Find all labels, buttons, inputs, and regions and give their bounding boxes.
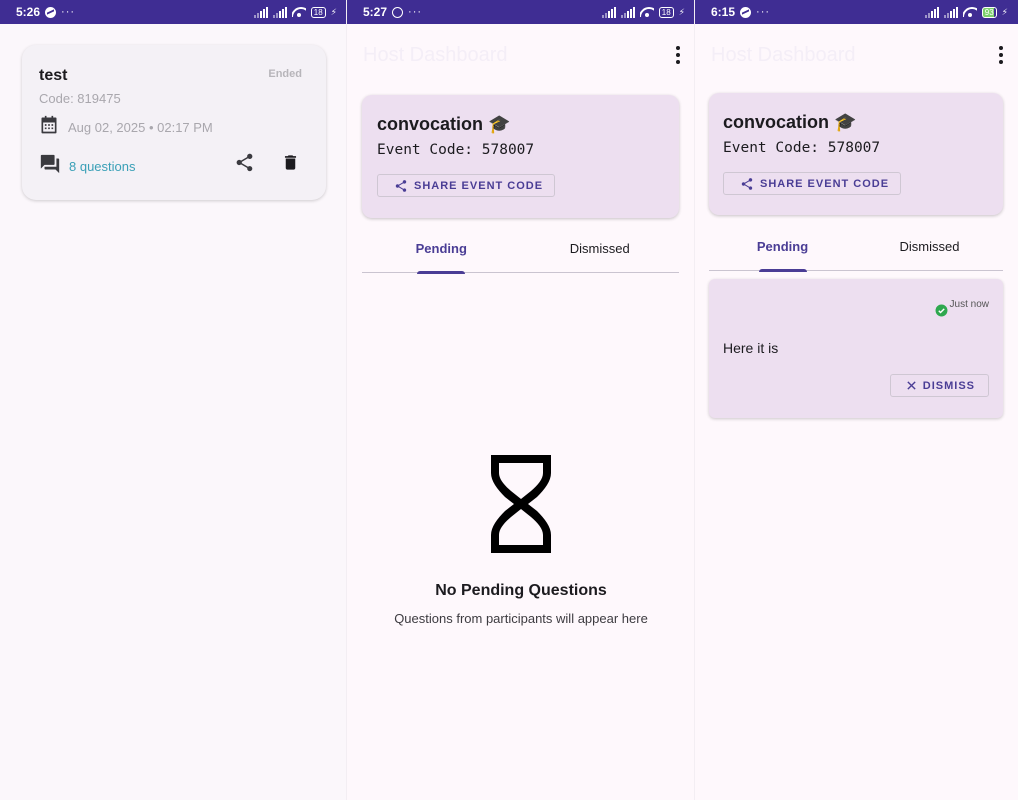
event-code: Code: 819475 xyxy=(39,91,121,106)
share-icon xyxy=(395,179,407,192)
battery-icon: 18 xyxy=(658,6,674,18)
tab-indicator xyxy=(417,271,466,274)
event-header-card: convocation 🎓 Event Code: 578007 SHARE E… xyxy=(362,95,679,218)
page-title: Host Dashboard xyxy=(711,44,856,66)
share-event-code-button[interactable]: SHARE EVENT CODE xyxy=(723,172,902,195)
status-more-dots: ··· xyxy=(61,6,76,18)
signal-icon xyxy=(253,6,268,18)
messenger-icon xyxy=(740,6,752,18)
status-badge: Ended xyxy=(268,68,302,80)
close-icon xyxy=(907,381,916,390)
check-circle-icon xyxy=(935,304,947,317)
event-card[interactable]: test Ended Code: 819475 Aug 02, 2025 • 0… xyxy=(22,45,326,200)
more-vert-icon[interactable] xyxy=(675,46,681,64)
charging-icon: ⚡ xyxy=(1001,6,1008,17)
question-text: Here it is xyxy=(723,340,779,356)
dismiss-button-label: DISMISS xyxy=(922,379,975,392)
calendar-icon xyxy=(39,115,59,140)
share-button-label: SHARE EVENT CODE xyxy=(414,179,544,192)
signal-icon xyxy=(620,6,635,18)
tab-pending-label: Pending xyxy=(756,239,809,254)
empty-title: No Pending Questions xyxy=(435,582,607,599)
share-event-code-button[interactable]: SHARE EVENT CODE xyxy=(377,174,556,197)
tab-indicator xyxy=(758,269,807,272)
hourglass-icon xyxy=(491,455,551,553)
questions-row[interactable]: 8 questions xyxy=(39,153,136,180)
event-title: test xyxy=(39,67,68,84)
charging-icon: ⚡ xyxy=(330,6,337,17)
questions-link[interactable]: 8 questions xyxy=(69,159,136,174)
tab-bar: Pending Dismissed xyxy=(362,233,680,274)
share-icon[interactable] xyxy=(234,152,255,178)
tab-pending-label: Pending xyxy=(415,241,467,256)
status-time: 5:27 xyxy=(363,5,388,19)
status-bar: 6:15 ··· 93 ⚡ xyxy=(695,0,1018,24)
screen-host-dashboard-empty: 5:27 ··· 18 ⚡ Host Dashboard convocation… xyxy=(347,0,695,800)
whatsapp-icon xyxy=(392,6,404,18)
wifi-icon xyxy=(963,7,977,17)
tab-dismissed[interactable]: Dismissed xyxy=(521,233,680,273)
signal-icon xyxy=(924,6,939,18)
question-timestamp: Just now xyxy=(949,299,989,310)
status-more-dots: ··· xyxy=(756,6,771,18)
tab-dismissed-label: Dismissed xyxy=(569,241,630,256)
status-bar: 5:26 ··· 18 ⚡ xyxy=(0,0,347,24)
status-bar: 5:27 ··· 18 ⚡ xyxy=(347,0,695,24)
tab-dismissed-label: Dismissed xyxy=(899,239,960,254)
dismiss-button[interactable]: DISMISS xyxy=(889,374,989,397)
event-date: Aug 02, 2025 • 02:17 PM xyxy=(68,120,213,135)
event-name: convocation 🎓 xyxy=(723,112,857,132)
question-card: Just now Here it is DISMISS xyxy=(709,279,1003,418)
event-date-row: Aug 02, 2025 • 02:17 PM xyxy=(39,115,213,140)
wifi-icon xyxy=(640,7,654,17)
charging-icon: ⚡ xyxy=(678,6,685,17)
delete-icon[interactable] xyxy=(281,152,300,178)
event-code: Event Code: 578007 xyxy=(377,142,535,158)
more-vert-icon[interactable] xyxy=(998,46,1004,64)
screen-host-dashboard-question: 6:15 ··· 93 ⚡ Host Dashboard convocation… xyxy=(695,0,1018,800)
screens: 5:26 ··· 18 ⚡ test Ended Code: 819475 Au… xyxy=(0,0,1018,800)
event-header-card: convocation 🎓 Event Code: 578007 SHARE E… xyxy=(709,93,1003,215)
signal-icon xyxy=(943,6,958,18)
messenger-icon xyxy=(45,6,57,18)
question-time: Just now xyxy=(935,299,989,317)
wifi-icon xyxy=(292,7,306,17)
app-bar: Host Dashboard xyxy=(695,24,1018,84)
signal-icon xyxy=(601,6,616,18)
status-more-dots: ··· xyxy=(408,6,423,18)
app-bar: Host Dashboard xyxy=(347,24,695,84)
empty-subtitle: Questions from participants will appear … xyxy=(394,611,648,626)
tab-bar: Pending Dismissed xyxy=(709,231,1003,272)
battery-icon: 93 xyxy=(981,6,997,18)
tab-pending[interactable]: Pending xyxy=(709,231,856,272)
status-time: 5:26 xyxy=(16,5,41,19)
share-button-label: SHARE EVENT CODE xyxy=(760,177,890,190)
tab-dismissed[interactable]: Dismissed xyxy=(856,231,1003,271)
forum-icon xyxy=(39,153,61,180)
event-code: Event Code: 578007 xyxy=(723,140,881,156)
share-icon xyxy=(741,177,753,190)
tab-pending[interactable]: Pending xyxy=(362,233,521,274)
event-actions xyxy=(234,152,300,178)
signal-icon xyxy=(272,6,287,18)
screen-events-list: 5:26 ··· 18 ⚡ test Ended Code: 819475 Au… xyxy=(0,0,347,800)
battery-icon: 18 xyxy=(310,6,326,18)
event-name: convocation 🎓 xyxy=(377,114,511,134)
page-title: Host Dashboard xyxy=(363,44,508,66)
status-time: 6:15 xyxy=(711,5,736,19)
